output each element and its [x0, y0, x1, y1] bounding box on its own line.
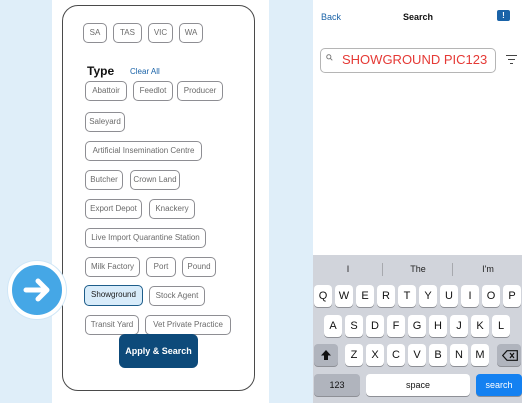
key-k[interactable]: K	[471, 315, 489, 337]
key-m[interactable]: M	[471, 344, 489, 366]
key-v[interactable]: V	[408, 344, 426, 366]
key-u[interactable]: U	[440, 285, 458, 307]
type-chip-stock-agent[interactable]: Stock Agent	[149, 286, 205, 306]
suggestion-3[interactable]: I'm	[463, 264, 513, 274]
key-a[interactable]: A	[324, 315, 342, 337]
state-chip-sa[interactable]: SA	[83, 23, 107, 43]
type-chip-showground[interactable]: Showground	[84, 285, 143, 306]
key-f[interactable]: F	[387, 315, 405, 337]
shift-icon	[321, 350, 331, 360]
space-key[interactable]: space	[366, 374, 470, 396]
key-w[interactable]: W	[335, 285, 353, 307]
key-g[interactable]: G	[408, 315, 426, 337]
search-input[interactable]: SHOWGROUND PIC123	[320, 48, 496, 73]
type-chip-milk-factory[interactable]: Milk Factory	[85, 257, 140, 277]
suggestion-divider	[452, 263, 453, 276]
type-chip-saleyard[interactable]: Saleyard	[85, 112, 125, 132]
type-chip-pound[interactable]: Pound	[182, 257, 216, 277]
numbers-key[interactable]: 123	[314, 374, 360, 396]
type-chip-artificial-insemination-centre[interactable]: Artificial Insemination Centre	[85, 141, 202, 161]
key-b[interactable]: B	[429, 344, 447, 366]
state-chip-wa[interactable]: WA	[179, 23, 203, 43]
key-z[interactable]: Z	[345, 344, 363, 366]
state-chip-vic[interactable]: VIC	[148, 23, 173, 43]
apply-search-button[interactable]: Apply & Search	[119, 334, 198, 368]
filter-card: SA TAS VIC WA Type Clear All Abattoir Fe…	[62, 5, 255, 391]
page-title: Search	[403, 12, 434, 22]
key-d[interactable]: D	[366, 315, 384, 337]
back-button[interactable]: Back	[321, 12, 341, 22]
key-e[interactable]: E	[356, 285, 374, 307]
key-y[interactable]: Y	[419, 285, 437, 307]
type-chip-knackery[interactable]: Knackery	[149, 199, 195, 219]
key-x[interactable]: X	[366, 344, 384, 366]
search-icon	[326, 54, 333, 61]
type-chip-export-depot[interactable]: Export Depot	[85, 199, 142, 219]
key-i[interactable]: I	[461, 285, 479, 307]
key-c[interactable]: C	[387, 344, 405, 366]
filter-screen: SA TAS VIC WA Type Clear All Abattoir Fe…	[52, 0, 269, 403]
key-l[interactable]: L	[492, 315, 510, 337]
type-chip-feedlot[interactable]: Feedlot	[133, 81, 173, 101]
shift-key[interactable]	[314, 344, 338, 366]
keyboard: I The I'm Q W E R T Y U I O P A S D F G …	[313, 255, 522, 403]
filter-icon[interactable]	[506, 55, 517, 65]
clear-all-link[interactable]: Clear All	[130, 67, 160, 76]
backspace-key[interactable]	[497, 344, 521, 366]
search-input-value: SHOWGROUND PIC123	[342, 52, 488, 67]
search-screen: Back Search ! SHOWGROUND PIC123 I The I'…	[313, 0, 522, 403]
key-o[interactable]: O	[482, 285, 500, 307]
type-chip-live-import-quarantine-station[interactable]: Live Import Quarantine Station	[85, 228, 206, 248]
type-chip-producer[interactable]: Producer	[177, 81, 223, 101]
key-s[interactable]: S	[345, 315, 363, 337]
arrow-right-icon	[8, 261, 66, 319]
state-chip-tas[interactable]: TAS	[113, 23, 142, 43]
key-q[interactable]: Q	[314, 285, 332, 307]
key-p[interactable]: P	[503, 285, 521, 307]
type-chip-butcher[interactable]: Butcher	[85, 170, 123, 190]
key-t[interactable]: T	[398, 285, 416, 307]
type-chip-port[interactable]: Port	[146, 257, 176, 277]
type-chip-vet-private-practice[interactable]: Vet Private Practice	[145, 315, 231, 335]
suggestion-2[interactable]: The	[393, 264, 443, 274]
type-chip-crown-land[interactable]: Crown Land	[130, 170, 180, 190]
type-heading: Type	[87, 64, 115, 78]
key-r[interactable]: R	[377, 285, 395, 307]
backspace-icon	[502, 350, 518, 361]
type-chip-abattoir[interactable]: Abattoir	[85, 81, 127, 101]
flag-icon[interactable]: !	[497, 10, 510, 21]
suggestion-1[interactable]: I	[323, 264, 373, 274]
search-key[interactable]: search	[476, 374, 522, 396]
key-h[interactable]: H	[429, 315, 447, 337]
type-chip-transit-yard[interactable]: Transit Yard	[85, 315, 139, 335]
key-n[interactable]: N	[450, 344, 468, 366]
key-j[interactable]: J	[450, 315, 468, 337]
suggestion-divider	[382, 263, 383, 276]
